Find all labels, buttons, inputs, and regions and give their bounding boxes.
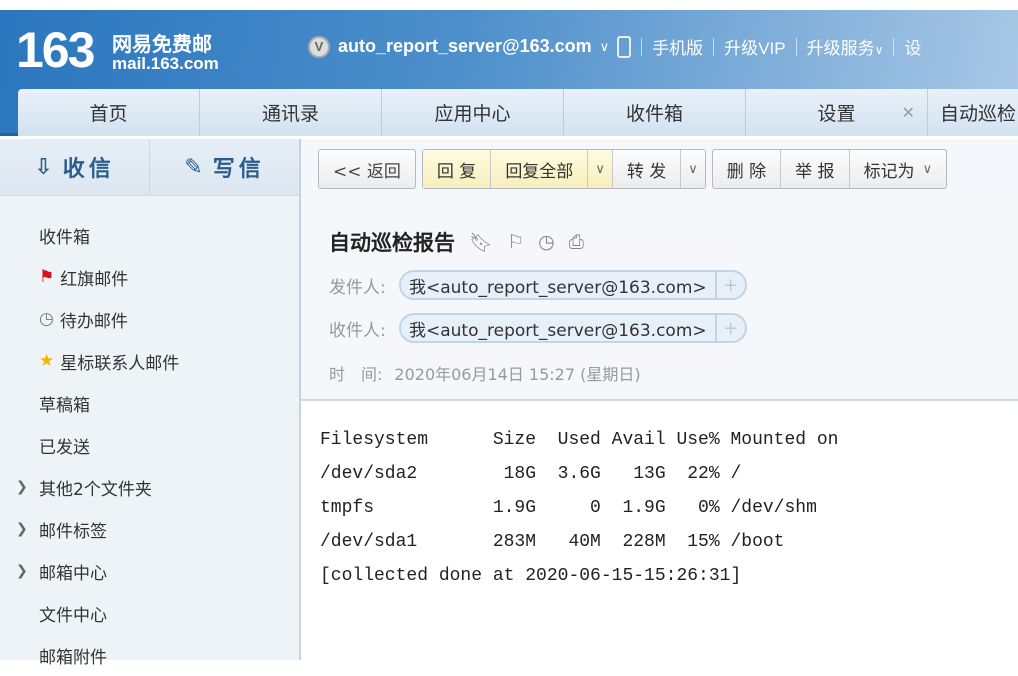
folder-file-center[interactable]: 文件中心: [0, 592, 299, 634]
reply-button[interactable]: 回 复: [422, 150, 492, 188]
folder-drafts[interactable]: 草稿箱: [0, 382, 299, 424]
red-flag-icon: ⚑: [39, 267, 55, 287]
chevron-right-icon[interactable]: ❯: [16, 521, 28, 537]
top-header: 163 网易免费邮 mail.163.com V auto_report_ser…: [0, 10, 1018, 136]
clock-icon: ◷: [39, 309, 54, 329]
tab-inbox[interactable]: 收件箱: [564, 89, 746, 136]
reply-all-button[interactable]: 回复全部: [491, 150, 589, 188]
tab-bar: 首页 通讯录 应用中心 收件箱 设置 ✕ 自动巡检: [18, 89, 1018, 136]
chevron-right-icon[interactable]: ❯: [16, 479, 28, 495]
vip-badge-icon[interactable]: V: [308, 35, 330, 58]
logo-name: 网易免费邮: [112, 32, 212, 56]
to-label: 收件人:: [329, 320, 386, 341]
tab-report[interactable]: 自动巡检: [928, 89, 1018, 136]
bookmark-icon[interactable]: 🔖︎: [469, 231, 493, 254]
folder-attachments[interactable]: 邮箱附件: [0, 634, 299, 676]
nav-upgrade-vip[interactable]: 升级VIP: [724, 34, 785, 59]
chevron-right-icon[interactable]: ❯: [16, 563, 28, 579]
divider: [713, 37, 715, 56]
forward-button[interactable]: 转 发: [613, 150, 682, 188]
mail-header: 自动巡检报告 🔖︎ ⚐ ◷ ⎙ 发件人: 我<auto_report_serve…: [301, 199, 1018, 401]
back-button[interactable]: << 返回: [318, 149, 416, 189]
folder-tags[interactable]: ❯ 邮件标签: [0, 508, 299, 550]
add-contact-icon[interactable]: +: [717, 318, 745, 339]
logo-domain: mail.163.com: [112, 54, 219, 73]
recipient-chip[interactable]: 我<auto_report_server@163.com> +: [399, 313, 747, 343]
clock-icon[interactable]: ◷: [538, 231, 555, 253]
phone-icon[interactable]: [617, 35, 632, 58]
nav-mobile[interactable]: 手机版: [652, 34, 703, 59]
star-icon: ★: [39, 351, 55, 371]
divider: [795, 37, 797, 56]
folder-inbox[interactable]: 收件箱: [0, 214, 299, 256]
chevron-down-icon[interactable]: ∨: [600, 39, 610, 55]
sidebar: ⇩ 收信 ✎ 写信 收件箱 ⚑ 红旗邮件 ◷ 待办邮件 ★ 星标联系人邮件 草稿箱 已发送…: [0, 139, 301, 668]
nav-upgrade-service[interactable]: 升级服务∨: [807, 34, 884, 59]
logo-163[interactable]: 163: [16, 22, 95, 78]
tab-settings[interactable]: 设置 ✕: [746, 89, 928, 136]
receive-button[interactable]: ⇩ 收信: [0, 139, 150, 195]
flag-icon[interactable]: ⚐: [507, 231, 524, 253]
time-label: 时 间:: [329, 365, 383, 384]
folder-other[interactable]: ❯ 其他2个文件夹: [0, 466, 299, 508]
tab-contacts[interactable]: 通讯录: [200, 89, 382, 136]
edit-icon: ✎: [184, 154, 207, 180]
folder-sent[interactable]: 已发送: [0, 424, 299, 466]
close-icon[interactable]: ✕: [902, 103, 915, 122]
mail-view: << 返回 回 复 回复全部 ∨ 转 发 ∨ 删 除 举 报 标记为 ∨ 自动巡检…: [301, 139, 1018, 660]
nav-settings[interactable]: 设: [904, 34, 921, 59]
chevron-down-icon[interactable]: ∨: [588, 150, 613, 188]
mail-subject: 自动巡检报告: [329, 231, 455, 255]
mail-body: Filesystem Size Used Avail Use% Mounted …: [301, 401, 1018, 593]
folder-mail-center[interactable]: ❯ 邮箱中心: [0, 550, 299, 592]
sender-chip[interactable]: 我<auto_report_server@163.com> +: [399, 270, 747, 300]
folder-todo[interactable]: ◷ 待办邮件: [0, 298, 299, 340]
mail-body-text: Filesystem Size Used Avail Use% Mounted …: [320, 430, 839, 586]
account-bar: V auto_report_server@163.com ∨ 手机版 升级VIP…: [308, 34, 921, 59]
divider: [893, 37, 895, 56]
action-group: 删 除 举 报 标记为 ∨: [711, 149, 948, 189]
account-email[interactable]: auto_report_server@163.com: [338, 36, 592, 57]
folder-starred[interactable]: ★ 星标联系人邮件: [0, 340, 299, 382]
add-contact-icon[interactable]: +: [717, 275, 745, 296]
tab-app-center[interactable]: 应用中心: [382, 89, 564, 136]
mail-time: 2020年06月14日 15:27 (星期日): [394, 365, 641, 384]
reply-group: 回 复 回复全部 ∨ 转 发 ∨: [421, 149, 706, 189]
mail-toolbar: << 返回 回 复 回复全部 ∨ 转 发 ∨ 删 除 举 报 标记为 ∨: [301, 139, 1018, 199]
report-button[interactable]: 举 报: [781, 150, 850, 188]
folder-flagged[interactable]: ⚑ 红旗邮件: [0, 256, 299, 298]
tab-home[interactable]: 首页: [18, 89, 200, 136]
compose-button[interactable]: ✎ 写信: [150, 139, 299, 195]
delete-button[interactable]: 删 除: [713, 150, 782, 188]
from-label: 发件人:: [329, 277, 386, 298]
divider: [641, 37, 643, 56]
chevron-down-icon[interactable]: ∨: [681, 150, 705, 188]
mark-as-button[interactable]: 标记为 ∨: [850, 150, 947, 188]
top-nav: 手机版 升级VIP 升级服务∨ 设: [617, 34, 921, 59]
print-icon[interactable]: ⎙: [569, 231, 584, 253]
folder-list: 收件箱 ⚑ 红旗邮件 ◷ 待办邮件 ★ 星标联系人邮件 草稿箱 已发送 ❯ 其他2个文件…: [0, 196, 299, 676]
download-icon: ⇩: [34, 154, 57, 180]
